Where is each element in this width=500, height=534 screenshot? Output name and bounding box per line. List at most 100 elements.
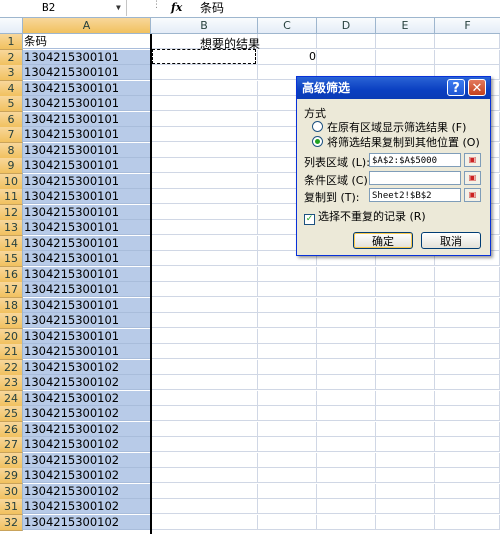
- grid-cell[interactable]: [317, 452, 376, 468]
- grid-cell[interactable]: [151, 96, 258, 111]
- grid-cell[interactable]: [317, 266, 376, 282]
- grid-cell[interactable]: [435, 483, 500, 499]
- grid-cell[interactable]: [435, 468, 500, 483]
- grid-cell[interactable]: [435, 297, 500, 313]
- row-header[interactable]: 18: [0, 297, 23, 314]
- radio-copy-to-location[interactable]: 将筛选结果复制到其他位置 (O): [312, 134, 480, 150]
- row-header[interactable]: 4: [0, 80, 23, 97]
- grid-cell[interactable]: [151, 483, 258, 499]
- grid-cell[interactable]: [258, 468, 317, 483]
- grid-cell[interactable]: [376, 282, 435, 297]
- grid-cell[interactable]: [151, 111, 258, 127]
- grid-cell[interactable]: [435, 359, 500, 375]
- cell-a[interactable]: 1304215300102: [23, 499, 150, 514]
- grid-cell[interactable]: [151, 142, 258, 158]
- row-header[interactable]: 28: [0, 452, 23, 469]
- grip-icon[interactable]: ⋮: [152, 1, 161, 14]
- cell-a[interactable]: 1304215300102: [23, 421, 150, 437]
- grid-cell[interactable]: [435, 421, 500, 437]
- grid-cell[interactable]: [376, 514, 435, 530]
- grid-cell[interactable]: [317, 390, 376, 406]
- grid-cell[interactable]: [151, 313, 258, 328]
- col-header-e[interactable]: E: [376, 18, 435, 34]
- grid-cell[interactable]: [151, 514, 258, 530]
- grid-cell[interactable]: [376, 483, 435, 499]
- row-header[interactable]: 23: [0, 375, 23, 391]
- cell-a[interactable]: 1304215300101: [23, 313, 150, 328]
- col-header-d[interactable]: D: [317, 18, 376, 34]
- grid-cell[interactable]: [317, 437, 376, 452]
- grid-cell[interactable]: [317, 344, 376, 359]
- cell-a[interactable]: 1304215300102: [23, 359, 150, 375]
- grid-cell[interactable]: [151, 375, 258, 390]
- grid-cell[interactable]: [258, 344, 317, 359]
- grid-cell[interactable]: [317, 313, 376, 328]
- cell-a[interactable]: 1304215300102: [23, 390, 150, 406]
- grid-cell[interactable]: [435, 49, 500, 65]
- copy-to-input[interactable]: Sheet2!$B$2: [369, 188, 461, 202]
- cell-a[interactable]: 1304215300102: [23, 452, 150, 468]
- grid-cell[interactable]: [435, 34, 500, 49]
- grid-cell[interactable]: [151, 328, 258, 344]
- grid-cell[interactable]: [258, 297, 317, 313]
- dialog-title-bar[interactable]: 高级筛选 ? ✕: [297, 77, 490, 99]
- grid-cell[interactable]: [258, 34, 317, 49]
- grid-cell[interactable]: [258, 452, 317, 468]
- grid-cell[interactable]: [435, 375, 500, 390]
- row-header[interactable]: 14: [0, 235, 23, 252]
- grid-cell[interactable]: [317, 375, 376, 390]
- cell-a[interactable]: 1304215300101: [23, 235, 150, 251]
- row-header[interactable]: 7: [0, 127, 23, 143]
- row-header[interactable]: 27: [0, 437, 23, 453]
- grid-cell[interactable]: [376, 375, 435, 390]
- grid-cell[interactable]: [151, 406, 258, 421]
- grid-cell[interactable]: [151, 437, 258, 452]
- grid-cell[interactable]: [376, 468, 435, 483]
- grid-cell[interactable]: [376, 390, 435, 406]
- grid-cell[interactable]: [317, 34, 376, 49]
- grid-cell[interactable]: [435, 437, 500, 452]
- help-button[interactable]: ?: [447, 79, 465, 96]
- radio-filter-in-place[interactable]: 在原有区域显示筛选结果 (F): [312, 119, 466, 135]
- row-header[interactable]: 15: [0, 251, 23, 267]
- grid-cell[interactable]: [151, 173, 258, 189]
- list-range-input[interactable]: $A$2:$A$5000: [369, 153, 461, 167]
- formula-input[interactable]: 条码: [200, 0, 224, 16]
- grid-cell[interactable]: [258, 282, 317, 297]
- row-header[interactable]: 30: [0, 483, 23, 500]
- cell-a[interactable]: 1304215300101: [23, 251, 150, 266]
- grid-cell[interactable]: [151, 220, 258, 235]
- row-header[interactable]: 2: [0, 49, 23, 66]
- grid-cell[interactable]: [151, 189, 258, 204]
- grid-cell[interactable]: [258, 483, 317, 499]
- cell-a[interactable]: 1304215300101: [23, 220, 150, 235]
- row-header[interactable]: 9: [0, 158, 23, 174]
- grid-cell[interactable]: [317, 514, 376, 530]
- grid-cell[interactable]: [151, 80, 258, 96]
- row-header[interactable]: 3: [0, 65, 23, 81]
- grid-cell[interactable]: [435, 266, 500, 282]
- row-header[interactable]: 16: [0, 266, 23, 283]
- grid-cell[interactable]: [376, 452, 435, 468]
- cell-a[interactable]: 1304215300101: [23, 328, 150, 344]
- fx-icon[interactable]: fx: [171, 0, 182, 16]
- grid-cell[interactable]: [435, 313, 500, 328]
- grid-cell[interactable]: [376, 437, 435, 452]
- grid-cell[interactable]: [151, 251, 258, 266]
- grid-cell[interactable]: [376, 406, 435, 421]
- col-header-c[interactable]: C: [258, 18, 317, 34]
- row-header[interactable]: 20: [0, 328, 23, 345]
- cell-a[interactable]: 1304215300101: [23, 282, 150, 297]
- grid-cell[interactable]: [317, 49, 376, 65]
- cell-c2[interactable]: 0: [309, 50, 316, 63]
- cell-a[interactable]: 1304215300101: [23, 49, 150, 65]
- grid-cell[interactable]: [435, 499, 500, 514]
- grid-cell[interactable]: [151, 127, 258, 142]
- row-header[interactable]: 19: [0, 313, 23, 329]
- cell-a[interactable]: 1304215300102: [23, 437, 150, 452]
- row-header[interactable]: 1: [0, 34, 23, 50]
- grid-cell[interactable]: [258, 359, 317, 375]
- grid-cell[interactable]: [435, 328, 500, 344]
- row-header[interactable]: 12: [0, 204, 23, 221]
- row-header[interactable]: 31: [0, 499, 23, 515]
